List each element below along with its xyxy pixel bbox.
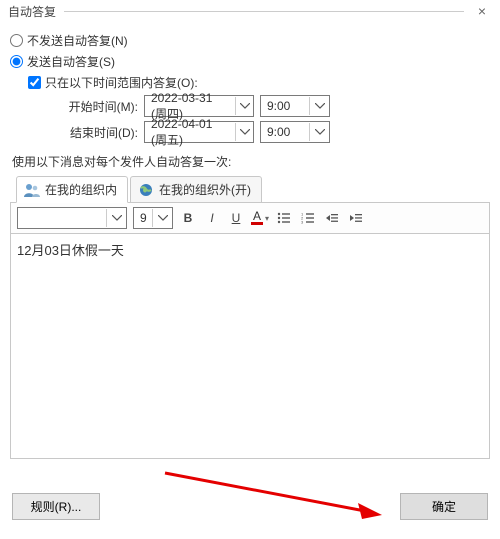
close-icon[interactable]: × bbox=[472, 3, 492, 19]
start-time-value: 9:00 bbox=[267, 99, 290, 113]
end-time-select[interactable]: 9:00 bbox=[260, 121, 330, 143]
indent-button[interactable] bbox=[347, 209, 365, 227]
people-icon bbox=[23, 182, 41, 198]
message-editor[interactable]: 12月03日休假一天 bbox=[10, 234, 490, 459]
checkbox-time-range-label: 只在以下时间范围内答复(O): bbox=[45, 74, 198, 91]
tab-inside-org[interactable]: 在我的组织内 bbox=[16, 176, 128, 203]
end-time-value: 9:00 bbox=[267, 125, 290, 139]
bullet-list-button[interactable] bbox=[275, 209, 293, 227]
radio-no-auto-reply-label: 不发送自动答复(N) bbox=[27, 32, 128, 49]
italic-button[interactable]: I bbox=[203, 209, 221, 227]
svg-text:3: 3 bbox=[301, 220, 304, 225]
outdent-button[interactable] bbox=[323, 209, 341, 227]
font-color-letter: A bbox=[253, 211, 261, 221]
radio-send-auto-reply-input[interactable] bbox=[10, 55, 23, 68]
chevron-down-icon bbox=[152, 209, 170, 227]
checkbox-time-range-input[interactable] bbox=[28, 76, 41, 89]
radio-no-auto-reply-input[interactable] bbox=[10, 34, 23, 47]
start-time-select[interactable]: 9:00 bbox=[260, 95, 330, 117]
section-label: 使用以下消息对每个发件人自动答复一次: bbox=[12, 153, 490, 170]
end-time-label: 结束时间(D): bbox=[66, 124, 138, 141]
font-name-select[interactable] bbox=[17, 207, 127, 229]
tab-outside-label: 在我的组织外(开) bbox=[159, 181, 251, 198]
chevron-down-icon bbox=[309, 97, 327, 115]
tab-inside-label: 在我的组织内 bbox=[45, 181, 117, 198]
start-date-select[interactable]: 2022-03-31 (周四) bbox=[144, 95, 254, 117]
ok-button[interactable]: 确定 bbox=[400, 493, 488, 520]
end-date-value: 2022-04-01 (周五) bbox=[151, 117, 231, 148]
underline-button[interactable]: U bbox=[227, 209, 245, 227]
start-time-label: 开始时间(M): bbox=[66, 98, 138, 115]
chevron-down-icon bbox=[309, 123, 327, 141]
globe-icon bbox=[137, 182, 155, 198]
rules-button[interactable]: 规则(R)... bbox=[12, 493, 100, 520]
annotation-arrow bbox=[160, 469, 390, 525]
tab-outside-org[interactable]: 在我的组织外(开) bbox=[130, 176, 262, 203]
font-color-button[interactable]: A ▾ bbox=[251, 211, 269, 225]
dialog-title: 自动答复 bbox=[8, 3, 56, 20]
chevron-down-icon bbox=[106, 209, 124, 227]
font-size-value: 9 bbox=[140, 211, 147, 225]
checkbox-time-range[interactable]: 只在以下时间范围内答复(O): bbox=[28, 74, 490, 91]
end-date-select[interactable]: 2022-04-01 (周五) bbox=[144, 121, 254, 143]
radio-no-auto-reply[interactable]: 不发送自动答复(N) bbox=[10, 32, 490, 49]
radio-send-auto-reply-label: 发送自动答复(S) bbox=[27, 53, 115, 70]
message-body: 12月03日休假一天 bbox=[17, 240, 483, 259]
title-divider bbox=[64, 11, 464, 12]
chevron-down-icon bbox=[235, 97, 251, 115]
editor-toolbar: 9 B I U A ▾ 1 bbox=[10, 203, 490, 234]
numbered-list-button[interactable]: 1 2 3 bbox=[299, 209, 317, 227]
chevron-down-icon bbox=[235, 123, 251, 141]
font-color-bar bbox=[251, 222, 263, 225]
chevron-down-icon: ▾ bbox=[265, 214, 269, 223]
bold-button[interactable]: B bbox=[179, 209, 197, 227]
font-size-select[interactable]: 9 bbox=[133, 207, 173, 229]
radio-send-auto-reply[interactable]: 发送自动答复(S) bbox=[10, 53, 490, 70]
